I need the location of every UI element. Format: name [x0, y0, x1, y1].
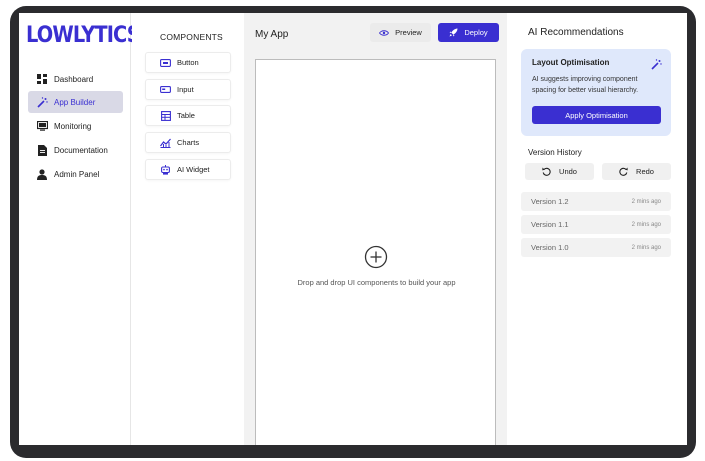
- sidebar: LOWLYTICS Dashboard App Builder Monitori…: [19, 13, 141, 445]
- input-icon: [160, 85, 171, 95]
- version-item[interactable]: Version 1.2 2 mins ago: [521, 192, 671, 211]
- version-name: Version 1.1: [531, 220, 569, 229]
- recommendation-title: Layout Optimisation: [532, 58, 610, 67]
- component-label: Input: [177, 85, 194, 94]
- version-time: 2 mins ago: [631, 198, 661, 205]
- undo-label: Undo: [559, 167, 577, 176]
- component-label: Charts: [177, 138, 200, 147]
- drop-zone[interactable]: Drop and drop UI components to build you…: [255, 59, 496, 445]
- version-name: Version 1.2: [531, 197, 569, 206]
- ai-panel: AI Recommendations Layout Optimisation A…: [507, 13, 687, 445]
- ai-panel-title: AI Recommendations: [528, 27, 624, 38]
- drop-hint: Drop and drop UI components to build you…: [297, 278, 456, 287]
- version-history-title: Version History: [528, 148, 582, 157]
- user-icon: [36, 168, 48, 180]
- apply-optimisation-button[interactable]: Apply Optimisation: [532, 106, 661, 124]
- recommendation-card: Layout Optimisation AI suggests improvin…: [521, 49, 671, 136]
- sidebar-item-label: Monitoring: [54, 121, 92, 131]
- chart-icon: [160, 138, 171, 148]
- redo-icon: [619, 167, 628, 176]
- button-icon: [160, 58, 171, 68]
- component-label: Table: [177, 111, 195, 120]
- sidebar-item-admin-panel[interactable]: Admin Panel: [28, 163, 123, 185]
- dashboard-grid-icon: [36, 73, 48, 85]
- sidebar-item-label: Admin Panel: [54, 169, 100, 179]
- version-name: Version 1.0: [531, 243, 569, 252]
- rocket-icon: [449, 28, 458, 37]
- add-circle-icon[interactable]: [364, 245, 388, 274]
- component-label: Button: [177, 58, 199, 67]
- preview-label: Preview: [395, 28, 422, 37]
- sidebar-item-label: Dashboard: [54, 74, 94, 84]
- document-icon: [36, 144, 48, 156]
- eye-icon: [379, 29, 390, 36]
- deploy-label: Deploy: [464, 28, 488, 37]
- sidebar-item-monitoring[interactable]: Monitoring: [28, 115, 123, 137]
- component-button[interactable]: Button: [145, 52, 231, 73]
- version-item[interactable]: Version 1.0 2 mins ago: [521, 238, 671, 257]
- app-screen: LOWLYTICS Dashboard App Builder Monitori…: [19, 13, 687, 445]
- sidebar-item-label: App Builder: [54, 97, 96, 107]
- version-item[interactable]: Version 1.1 2 mins ago: [521, 215, 671, 234]
- table-icon: [160, 110, 171, 121]
- app-title: My App: [255, 29, 289, 40]
- canvas-area: My App Preview Deploy Drop and drop UI c…: [244, 13, 507, 445]
- brand-logo: LOWLYTICS: [26, 23, 141, 48]
- component-input[interactable]: Input: [145, 79, 231, 100]
- components-panel: COMPONENTS Button Input Table Charts AI …: [132, 13, 244, 445]
- sidebar-item-label: Documentation: [54, 145, 108, 155]
- version-time: 2 mins ago: [631, 244, 661, 251]
- deploy-button[interactable]: Deploy: [438, 23, 499, 42]
- components-title: COMPONENTS: [160, 32, 223, 42]
- redo-button[interactable]: Redo: [602, 163, 671, 180]
- magic-wand-icon: [36, 96, 48, 108]
- sidebar-item-dashboard[interactable]: Dashboard: [28, 68, 123, 90]
- component-charts[interactable]: Charts: [145, 132, 231, 153]
- sidebar-item-app-builder[interactable]: App Builder: [28, 91, 123, 113]
- monitor-icon: [36, 120, 48, 132]
- undo-button[interactable]: Undo: [525, 163, 594, 180]
- preview-button[interactable]: Preview: [370, 23, 431, 42]
- recommendation-description: AI suggests improving component spacing …: [532, 76, 639, 94]
- magic-wand-icon: [651, 57, 662, 75]
- component-table[interactable]: Table: [145, 105, 231, 126]
- robot-icon: [160, 164, 171, 175]
- component-label: AI Widget: [177, 165, 210, 174]
- redo-label: Redo: [636, 167, 654, 176]
- undo-icon: [542, 167, 551, 176]
- version-time: 2 mins ago: [631, 221, 661, 228]
- sidebar-item-documentation[interactable]: Documentation: [28, 139, 123, 161]
- component-ai-widget[interactable]: AI Widget: [145, 159, 231, 180]
